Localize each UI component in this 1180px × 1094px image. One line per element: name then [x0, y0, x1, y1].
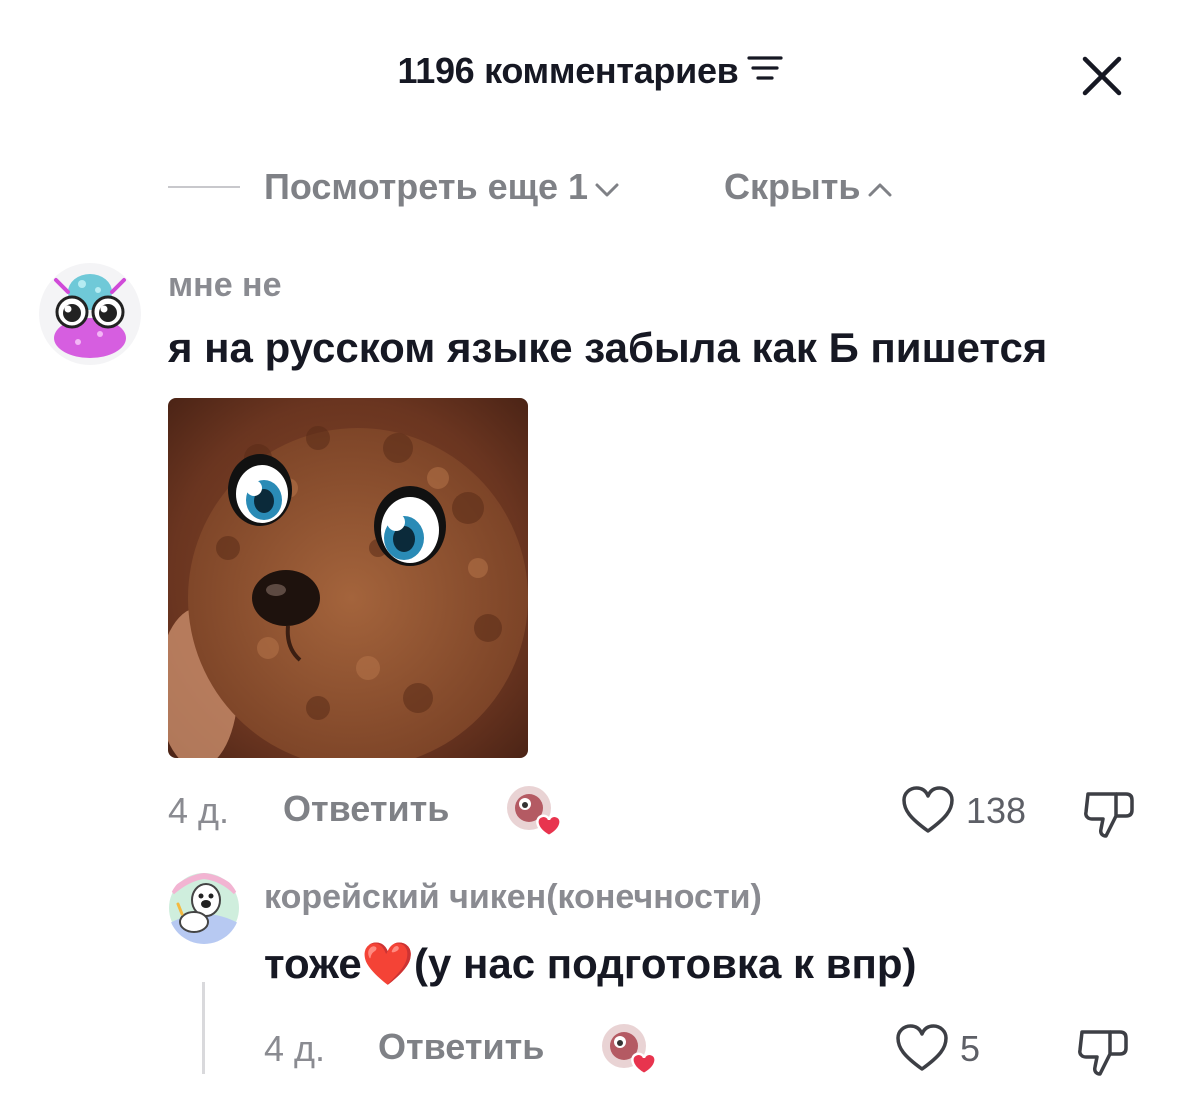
chevron-down-icon	[594, 165, 620, 207]
reply-reply-button[interactable]: Ответить	[378, 1026, 544, 1068]
dislike-icon[interactable]	[1082, 786, 1136, 840]
reply-text: тоже❤️(у нас подготовка к впр)	[264, 940, 917, 987]
reply-like-count: 5	[960, 1028, 981, 1069]
hide-label: Скрыть	[724, 166, 861, 207]
reply-author-avatar[interactable]	[168, 872, 240, 944]
comment-timestamp: 4 д.	[168, 790, 230, 831]
comment-sticker-image[interactable]	[168, 398, 528, 758]
chevron-up-icon	[867, 165, 893, 207]
reply-timestamp: 4 д.	[264, 1028, 326, 1069]
comment-text: я на русском языке забыла как Б пишется	[168, 324, 1048, 371]
close-icon[interactable]	[1080, 54, 1124, 98]
like-count: 138	[966, 790, 1027, 831]
comments-count-label: 1196 комментариев	[397, 50, 739, 91]
reply-author[interactable]: корейский чикен(конечности)	[264, 878, 762, 917]
filter-lines-icon[interactable]	[746, 49, 783, 91]
comments-header-title: 1196 комментариев	[0, 50, 1180, 94]
reply-button[interactable]: Ответить	[283, 788, 449, 830]
commenter-avatar[interactable]	[38, 262, 142, 366]
dislike-icon[interactable]	[1076, 1024, 1130, 1078]
hide-replies-button[interactable]: Скрыть	[724, 166, 893, 210]
reply-thread-line	[202, 982, 205, 1074]
view-more-label: Посмотреть еще 1	[264, 166, 589, 207]
thread-divider	[168, 186, 240, 188]
heart-outline-icon[interactable]	[896, 1024, 948, 1072]
comment-author[interactable]: мне не	[168, 266, 282, 305]
view-more-replies-button[interactable]: Посмотреть еще 1	[264, 166, 620, 210]
creator-liked-icon[interactable]	[505, 784, 562, 840]
heart-outline-icon[interactable]	[902, 786, 954, 834]
creator-liked-icon[interactable]	[600, 1022, 657, 1078]
